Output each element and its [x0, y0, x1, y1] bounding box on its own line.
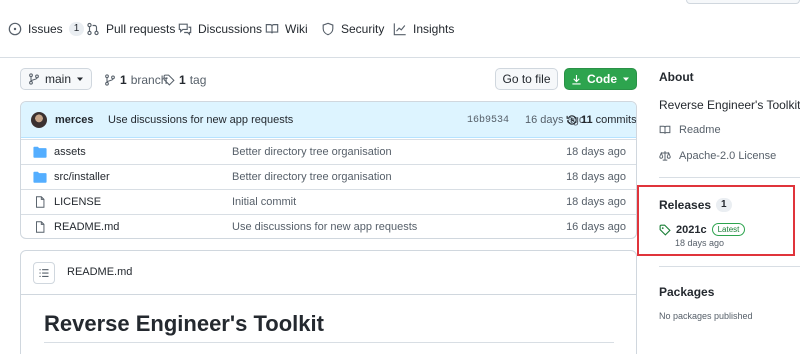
law-icon: [659, 151, 671, 161]
outline-button[interactable]: [33, 262, 55, 284]
code-button-label: Code: [587, 72, 617, 86]
shield-icon: [322, 22, 334, 36]
release-tag-name: 2021c: [676, 223, 707, 236]
tag-word: tag: [189, 73, 207, 87]
file-name-link[interactable]: README.md: [54, 221, 119, 233]
latest-badge: Latest: [711, 223, 746, 236]
file-age: 16 days ago: [566, 221, 626, 233]
readme-divider: [44, 342, 614, 343]
packages-empty-text: No packages published: [659, 311, 753, 321]
file-table: merces Use discussions for new app reque…: [20, 101, 637, 239]
file-commit-message-link[interactable]: Better directory tree organisation: [232, 171, 392, 183]
about-title: About: [659, 70, 694, 84]
tab-insights[interactable]: Insights: [393, 22, 454, 36]
repo-description: Reverse Engineer's Toolkit: [659, 98, 800, 112]
branch-count: 1: [120, 73, 127, 87]
folder-icon: [33, 146, 47, 158]
folder-icon: [33, 171, 47, 183]
readme-filename: README.md: [67, 266, 133, 278]
license-link-label: Apache-2.0 License: [679, 150, 777, 162]
readme-link[interactable]: Readme: [659, 124, 721, 136]
tab-wiki[interactable]: Wiki: [265, 22, 308, 36]
branches-link[interactable]: 1 branch: [104, 73, 167, 87]
table-row: src/installer Better directory tree orga…: [21, 164, 636, 189]
file-commit-message-link[interactable]: Better directory tree organisation: [232, 146, 392, 158]
commit-author-link[interactable]: merces: [55, 114, 94, 126]
tab-discussions-label: Discussions: [198, 22, 263, 36]
tag-icon: [163, 74, 175, 86]
sidebar-divider: [659, 177, 800, 178]
issue-icon: [8, 22, 22, 36]
commit-count: 11: [581, 114, 593, 126]
tag-count: 1: [179, 73, 186, 87]
graph-icon: [393, 23, 406, 36]
repo-nav: Issues 1 Pull requests Discussions Wiki …: [0, 0, 800, 58]
list-icon: [39, 269, 49, 277]
readme-header: README.md: [21, 251, 636, 295]
branch-icon: [105, 74, 115, 86]
readme-heading: Reverse Engineer's Toolkit: [44, 311, 324, 336]
branch-name: main: [44, 72, 71, 86]
release-link[interactable]: 2021c Latest: [659, 223, 746, 236]
file-commit-message-link[interactable]: Initial commit: [232, 196, 296, 208]
branch-word: branch: [130, 73, 168, 87]
code-button[interactable]: Code: [564, 68, 637, 90]
file-name-link[interactable]: src/installer: [54, 171, 110, 183]
pull-request-icon: [87, 22, 99, 36]
tab-security[interactable]: Security: [321, 22, 384, 36]
go-to-file-label: Go to file: [502, 72, 551, 86]
sidebar-divider: [659, 266, 800, 267]
branch-select-button[interactable]: main: [20, 68, 92, 90]
file-age: 18 days ago: [566, 146, 626, 158]
discussions-icon: [178, 23, 192, 36]
file-icon: [36, 196, 45, 208]
latest-commit-bar: merces Use discussions for new app reque…: [21, 102, 637, 138]
tag-icon: [659, 224, 671, 236]
release-date: 18 days ago: [675, 238, 725, 248]
tab-wiki-label: Wiki: [285, 22, 308, 36]
tab-issues-label: Issues: [28, 22, 63, 36]
table-row: README.md Use discussions for new app re…: [21, 214, 636, 238]
tab-pull-requests-label: Pull requests: [106, 22, 176, 36]
license-link[interactable]: Apache-2.0 License: [659, 150, 776, 162]
readme-link-label: Readme: [679, 124, 721, 136]
file-icon: [36, 221, 45, 233]
file-name-link[interactable]: assets: [54, 146, 86, 158]
caret-down-icon: [623, 77, 629, 81]
file-age: 18 days ago: [566, 196, 626, 208]
tab-issues[interactable]: Issues 1: [8, 22, 85, 36]
commit-word: commits: [595, 114, 637, 126]
commit-message-link[interactable]: Use discussions for new app requests: [108, 114, 293, 126]
download-icon: [572, 74, 581, 85]
issues-count-badge: 1: [68, 22, 85, 36]
releases-count-badge: 1: [716, 198, 732, 212]
readme-panel: README.md Reverse Engineer's Toolkit: [20, 250, 637, 354]
tab-security-label: Security: [341, 22, 385, 36]
caret-down-icon: [77, 77, 83, 81]
tab-pull-requests[interactable]: Pull requests: [86, 22, 175, 36]
file-age: 18 days ago: [566, 171, 626, 183]
table-row: assets Better directory tree organisatio…: [21, 139, 636, 164]
history-icon: [566, 115, 577, 125]
book-icon: [659, 125, 671, 134]
go-to-file-button[interactable]: Go to file: [495, 68, 558, 90]
packages-title[interactable]: Packages: [659, 285, 714, 299]
branch-icon: [29, 73, 39, 85]
tab-insights-label: Insights: [413, 22, 455, 36]
releases-header-link[interactable]: Releases 1: [659, 198, 732, 212]
avatar[interactable]: [31, 112, 47, 128]
commits-history-link[interactable]: 11 commits: [566, 114, 637, 126]
file-commit-message-link[interactable]: Use discussions for new app requests: [232, 221, 417, 233]
tags-link[interactable]: 1 tag: [163, 73, 206, 87]
top-right-button-fragment[interactable]: [686, 0, 800, 4]
book-icon: [265, 24, 279, 34]
tab-discussions[interactable]: Discussions: [178, 22, 262, 36]
file-name-link[interactable]: LICENSE: [54, 196, 101, 208]
releases-title: Releases: [659, 198, 712, 212]
commit-sha-link[interactable]: 16b9534: [467, 115, 509, 126]
table-row: LICENSE Initial commit 18 days ago: [21, 189, 636, 214]
